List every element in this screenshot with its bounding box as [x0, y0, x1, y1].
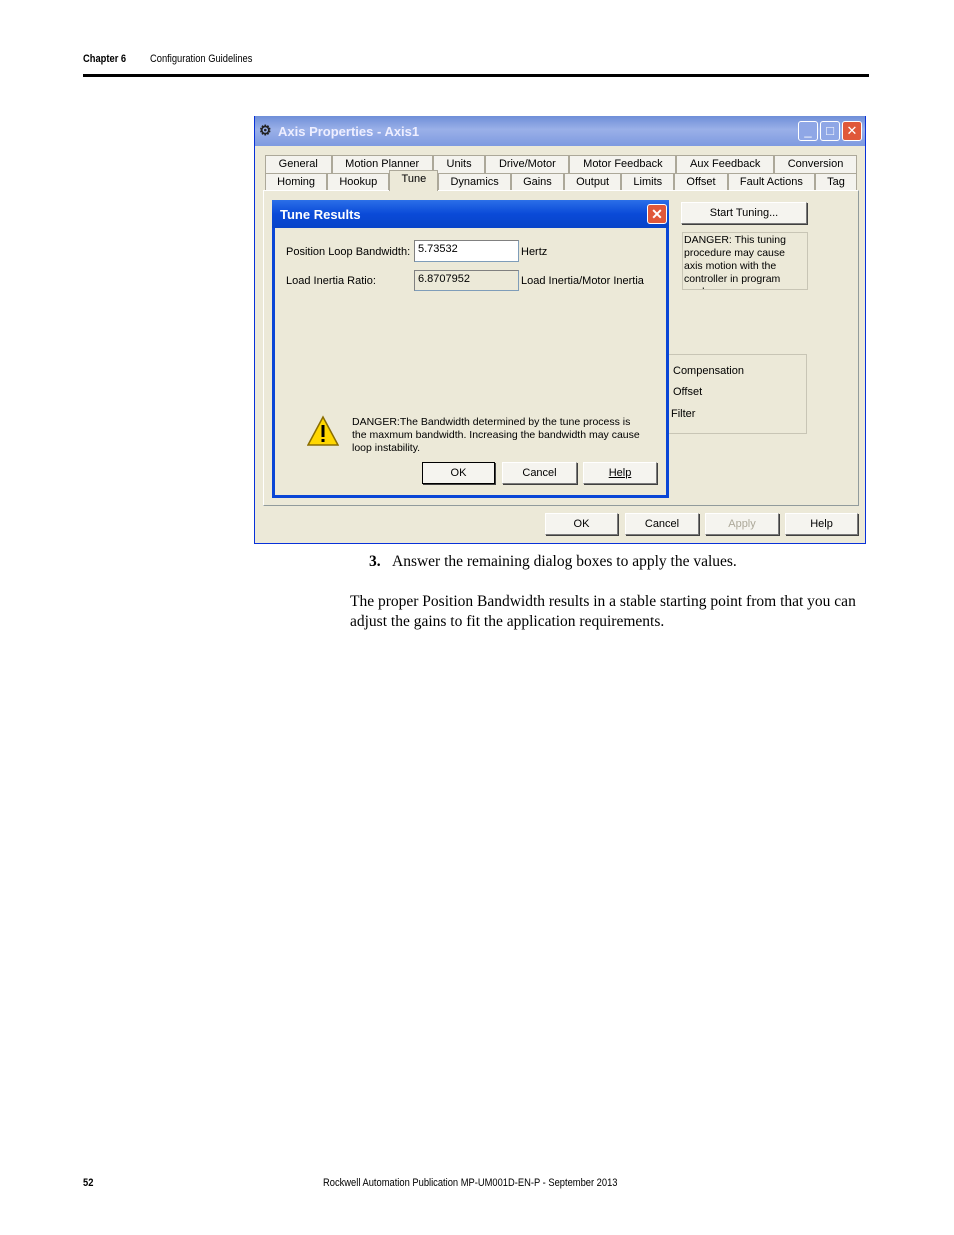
tab-units[interactable]: Units: [432, 155, 486, 173]
tab-output[interactable]: Output: [563, 173, 622, 191]
group-item-compensation: Compensation: [673, 365, 744, 377]
tab-tune[interactable]: Tune: [389, 170, 439, 191]
tab-homing[interactable]: Homing: [265, 173, 328, 191]
gear-icon: ⚙: [259, 122, 272, 138]
group-item-offset: Offset: [673, 386, 703, 398]
cancel-button[interactable]: Cancel: [625, 513, 699, 535]
dialog-close-button[interactable]: ✕: [647, 204, 667, 224]
dialog-ok-button[interactable]: OK: [422, 462, 495, 484]
tab-aux-feedback[interactable]: Aux Feedback: [676, 155, 775, 173]
inertia-unit: Load Inertia/Motor Inertia: [521, 275, 644, 287]
apply-button[interactable]: Apply: [705, 513, 779, 535]
dialog-help-button[interactable]: Help: [583, 462, 657, 484]
tab-gains[interactable]: Gains: [510, 173, 564, 191]
tune-results-dialog: Tune Results ✕ Position Loop Bandwidth: …: [272, 200, 669, 498]
warning-icon: [307, 415, 339, 446]
tab-dynamics[interactable]: Dynamics: [438, 173, 511, 191]
help-button[interactable]: Help: [785, 513, 858, 535]
step-text: Answer the remaining dialog boxes to app…: [392, 553, 737, 570]
inertia-label: Load Inertia Ratio:: [286, 275, 376, 287]
close-button[interactable]: ✕: [842, 121, 862, 141]
tab-row-2: Homing Hookup Tune Dynamics Gains Output Limit…: [265, 170, 858, 191]
window-title: Axis Properties - Axis1: [278, 124, 420, 139]
chapter-label: Chapter 6: [83, 53, 127, 65]
maximize-button[interactable]: □: [820, 121, 840, 141]
window-title-bar[interactable]: ⚙ Axis Properties - Axis1: [255, 116, 865, 146]
tab-drive-motor[interactable]: Drive/Motor: [485, 155, 570, 173]
tab-limits[interactable]: Limits: [621, 173, 675, 191]
tab-fault-actions[interactable]: Fault Actions: [727, 173, 815, 191]
tab-hookup[interactable]: Hookup: [327, 173, 390, 191]
axis-properties-window: ⚙ Axis Properties - Axis1 _ □ ✕ General M…: [254, 116, 866, 544]
bandwidth-label: Position Loop Bandwidth:: [286, 246, 411, 258]
start-tuning-button[interactable]: Start Tuning...: [681, 202, 807, 224]
body-paragraph: The proper Position Bandwidth results in…: [350, 593, 856, 630]
tab-tag[interactable]: Tag: [814, 173, 858, 191]
bandwidth-input[interactable]: 5.73532: [414, 240, 519, 262]
tab-offset[interactable]: Offset: [674, 173, 728, 191]
danger-note: DANGER: This tuning procedure may cause …: [682, 232, 808, 290]
page-number: 52: [83, 1177, 94, 1189]
step-number: 3.: [369, 553, 381, 570]
dialog-title: Tune Results: [280, 207, 361, 222]
section-title: Configuration Guidelines: [150, 53, 253, 65]
dialog-cancel-button[interactable]: Cancel: [502, 462, 577, 484]
tab-motor-feedback[interactable]: Motor Feedback: [569, 155, 677, 173]
minimize-button[interactable]: _: [798, 121, 818, 141]
group-item-filter: Filter: [671, 408, 696, 420]
tab-row-1: General Motion Planner Units Drive/Motor Mot…: [265, 155, 858, 173]
bandwidth-unit: Hertz: [521, 246, 548, 258]
dialog-danger-text: DANGER:The Bandwidth determined by the t…: [352, 416, 640, 454]
publication-info: Rockwell Automation Publication MP-UM001…: [323, 1177, 618, 1189]
dialog-title-bar[interactable]: Tune Results ✕: [272, 200, 669, 228]
ok-button[interactable]: OK: [545, 513, 618, 535]
inertia-field: 6.8707952: [414, 270, 519, 291]
tab-general[interactable]: General: [265, 155, 332, 173]
group-box: Compensation Offset Filter: [660, 354, 807, 434]
tab-conversion[interactable]: Conversion: [774, 155, 858, 173]
header-rule: [83, 74, 869, 77]
